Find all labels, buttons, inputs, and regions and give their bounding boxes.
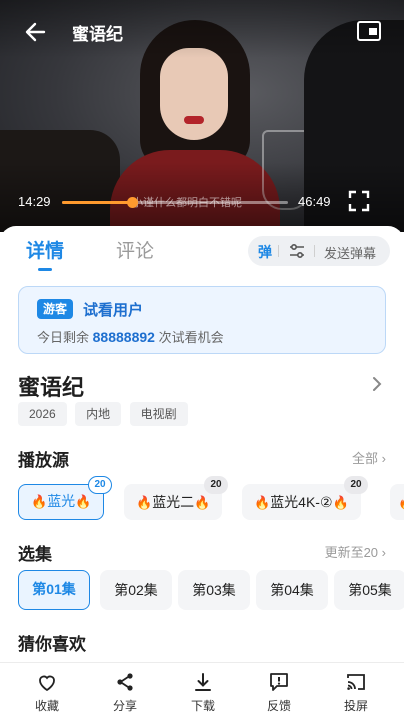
- flame-icon: 🔥: [136, 495, 153, 510]
- episode-list: 第01集 第02集 第03集 第04集 第05集: [18, 570, 404, 612]
- trial-count: 88888892: [92, 329, 155, 345]
- tab-comment[interactable]: 评论: [116, 236, 154, 263]
- episodes-update-label: 更新至20: [324, 545, 379, 560]
- episode-button[interactable]: 第03集: [178, 570, 250, 610]
- flame-icon: 🔥: [332, 495, 349, 510]
- chevron-right-icon: ›: [381, 451, 386, 466]
- feedback-icon: [270, 673, 288, 691]
- danmu-settings-icon[interactable]: [288, 242, 306, 260]
- source-option[interactable]: 🔥: [390, 484, 404, 520]
- guest-badge: 游客: [37, 299, 74, 319]
- show-tags: 2026 内地 电视剧: [18, 402, 192, 428]
- feedback-button[interactable]: 反馈: [249, 671, 309, 714]
- current-time: 14:29: [18, 194, 51, 209]
- chevron-right-icon[interactable]: [370, 374, 384, 394]
- sources-section-title: 播放源: [18, 451, 69, 470]
- player-controls: 14:29 46:49: [0, 188, 404, 216]
- trial-user-title: 试看用户: [83, 302, 144, 319]
- cast-button[interactable]: 投屏: [326, 671, 386, 714]
- trial-remaining-text: 今日剩余 88888892 次试看机会: [37, 327, 224, 346]
- video-player[interactable]: 蜜语纪 小谨什么都明白不错呢 14:29 46:49: [0, 0, 404, 232]
- source-count-badge: 20: [88, 476, 112, 494]
- download-button[interactable]: 下载: [173, 671, 233, 714]
- share-icon: [117, 673, 133, 691]
- trial-desc-suffix: 次试看机会: [158, 330, 224, 345]
- source-label: 蓝光二: [152, 494, 195, 510]
- progress-thumb[interactable]: [127, 197, 139, 208]
- tab-active-indicator: [38, 268, 52, 271]
- danmu-control: 弹 发送弹幕: [248, 236, 390, 266]
- share-button[interactable]: 分享: [95, 671, 155, 714]
- episode-button[interactable]: 第01集: [18, 570, 90, 610]
- trial-desc-prefix: 今日剩余: [37, 330, 90, 345]
- source-count-badge: 20: [204, 476, 228, 494]
- tag-genre: 电视剧: [129, 402, 188, 426]
- divider: [278, 245, 279, 257]
- source-label: 蓝光: [47, 493, 76, 509]
- player-top-bar: 蜜语纪: [0, 0, 404, 64]
- episode-button[interactable]: 第05集: [334, 570, 404, 610]
- heart-icon: [39, 675, 55, 692]
- tab-bar: 详情 评论 弹 发送弹幕: [0, 226, 404, 276]
- source-count-badge: 20: [344, 476, 368, 494]
- download-label: 下载: [190, 699, 215, 713]
- trial-user-card[interactable]: 游客 试看用户 今日剩余 88888892 次试看机会: [18, 286, 386, 354]
- send-danmu-button[interactable]: 发送弹幕: [324, 243, 376, 262]
- cast-icon: [347, 674, 365, 690]
- total-time: 46:49: [298, 194, 331, 209]
- video-title: 蜜语纪: [72, 25, 123, 44]
- episodes-section-title: 选集: [18, 545, 52, 564]
- episode-button[interactable]: 第04集: [256, 570, 328, 610]
- divider: [314, 245, 315, 257]
- progress-bar[interactable]: [62, 197, 288, 208]
- recommend-section-title: 猜你喜欢: [18, 635, 86, 654]
- flame-icon: 🔥: [194, 495, 211, 510]
- episodes-more-link[interactable]: 更新至20 ›: [325, 542, 386, 561]
- chevron-right-icon: ›: [381, 545, 386, 560]
- fullscreen-icon[interactable]: [347, 189, 371, 213]
- picture-in-picture-icon[interactable]: [356, 20, 382, 42]
- sources-more-label: 全部: [352, 451, 379, 466]
- tag-region: 内地: [75, 402, 122, 426]
- source-label: 蓝光4K-②: [270, 494, 333, 510]
- flame-icon: 🔥: [31, 494, 48, 509]
- flame-icon: 🔥: [75, 494, 92, 509]
- show-title: 蜜语纪: [18, 375, 85, 400]
- flame-icon: 🔥: [254, 495, 271, 510]
- back-arrow-icon[interactable]: [22, 18, 50, 46]
- danmu-toggle-button[interactable]: 弹: [258, 242, 272, 262]
- favorite-label: 收藏: [34, 699, 59, 713]
- share-label: 分享: [112, 699, 137, 713]
- tag-year: 2026: [18, 402, 67, 426]
- progress-fill: [62, 201, 133, 204]
- tab-detail[interactable]: 详情: [26, 236, 64, 263]
- source-option[interactable]: 🔥蓝光4K-②🔥: [242, 484, 361, 520]
- sources-more-link[interactable]: 全部 ›: [352, 448, 386, 467]
- favorite-button[interactable]: 收藏: [17, 671, 77, 714]
- flame-icon: 🔥: [398, 495, 404, 510]
- feedback-label: 反馈: [266, 699, 291, 713]
- download-icon: [195, 673, 211, 691]
- episode-button[interactable]: 第02集: [100, 570, 172, 610]
- content-panel: 详情 评论 弹 发送弹幕 游客 试看用户 今日剩余 88888892 次试看机会…: [0, 226, 404, 720]
- bottom-action-bar: 收藏 分享 下载 反馈 投屏: [0, 662, 404, 720]
- cast-label: 投屏: [343, 699, 368, 713]
